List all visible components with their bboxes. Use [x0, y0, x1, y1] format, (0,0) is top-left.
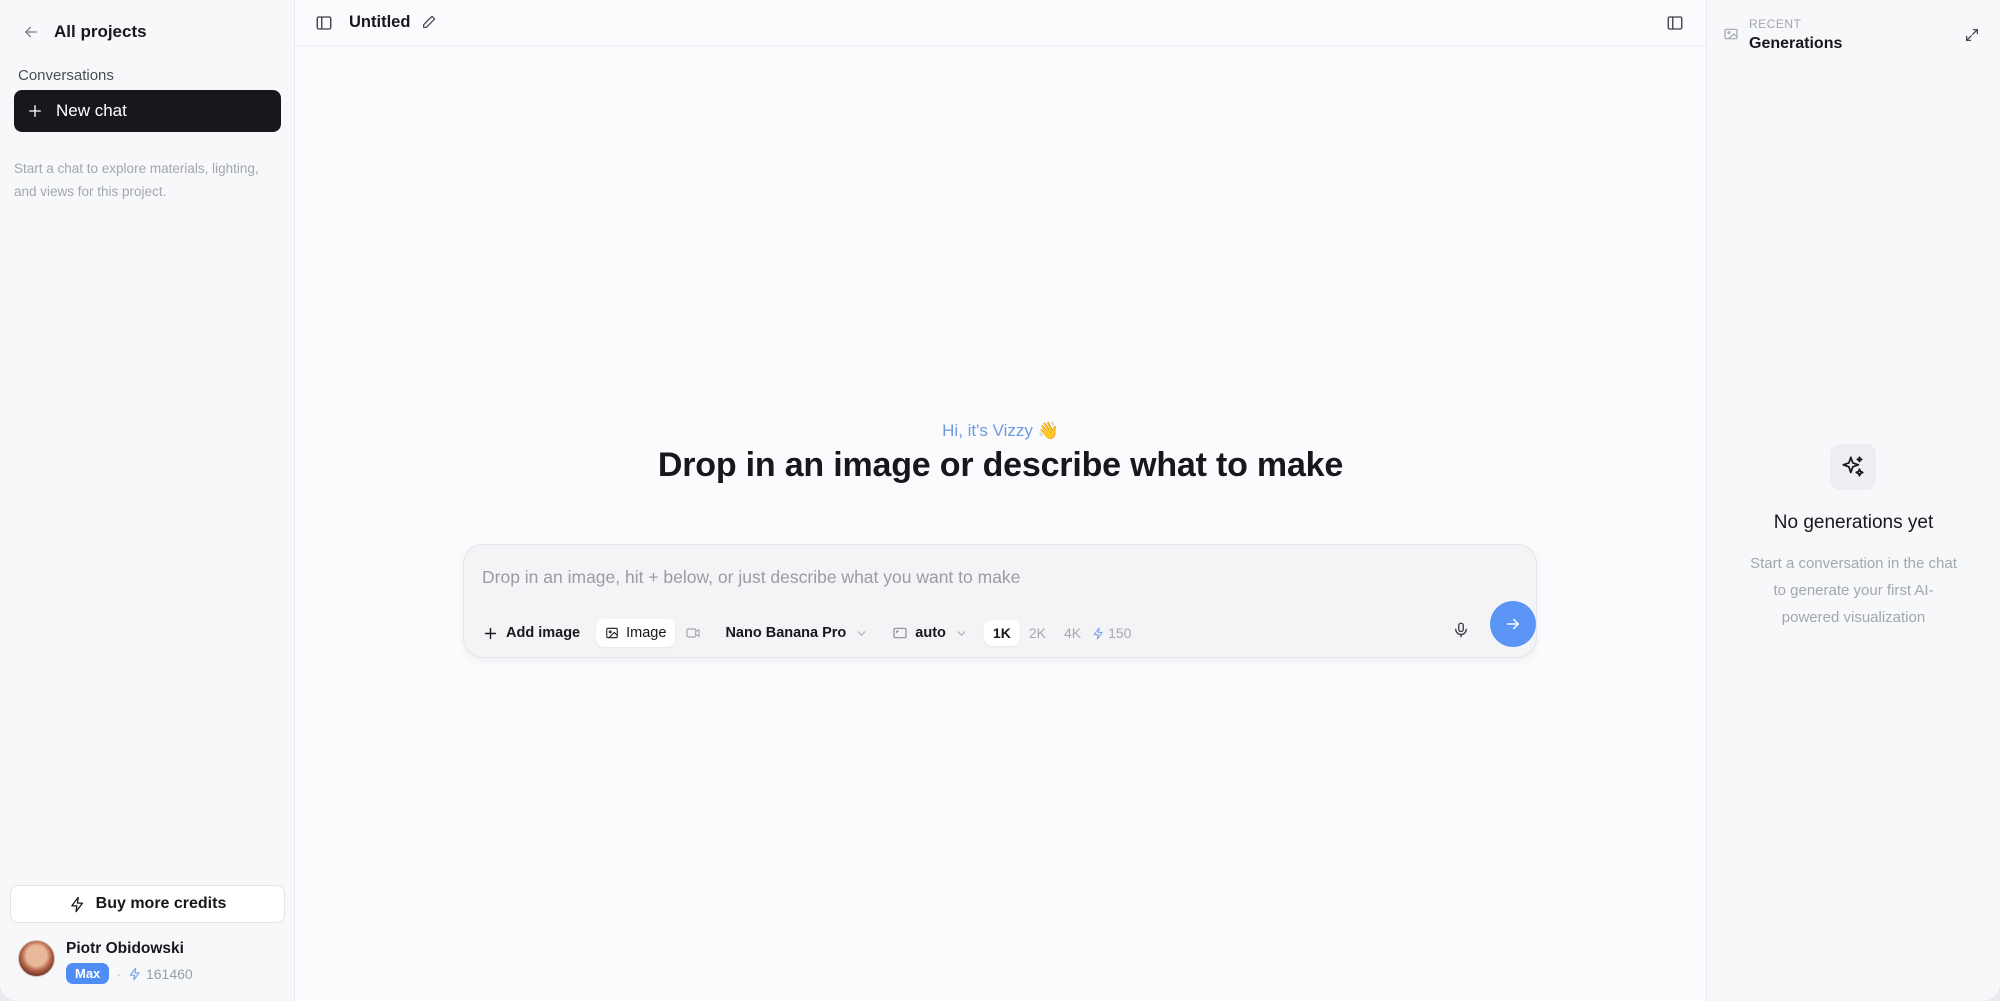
aspect-frame-icon [893, 627, 907, 639]
separator-dot: · [116, 965, 121, 982]
empty-state-title: No generations yet [1773, 512, 1934, 533]
buy-credits-label: Buy more credits [95, 895, 227, 912]
mode-video-toggle[interactable] [685, 625, 701, 641]
avatar[interactable] [18, 940, 55, 977]
app-window: All projects Conversations New chat Star… [0, 0, 2000, 1001]
user-info: Piotr Obidowski Max · 161460 [66, 940, 193, 984]
add-image-label: Add image [506, 625, 581, 641]
gallery-icon [1724, 28, 1738, 40]
bolt-icon [70, 896, 83, 912]
generation-cost: 150 [1092, 625, 1131, 641]
back-to-projects-link[interactable]: All projects [22, 22, 147, 42]
chevron-down-icon [858, 630, 866, 636]
model-select[interactable]: Nano Banana Pro [725, 625, 868, 641]
new-chat-button[interactable]: New chat [14, 90, 281, 132]
arrow-right-icon [1507, 618, 1519, 630]
user-profile: Piotr Obidowski Max · 161460 [18, 940, 193, 984]
credit-balance: 161460 [128, 966, 193, 982]
left-sidebar: All projects Conversations New chat Star… [0, 0, 295, 1001]
user-meta: Max · 161460 [66, 963, 193, 984]
main-area: Untitled Hi, it's Vizzy 👋 Drop in an ima… [295, 0, 1706, 1001]
video-icon [686, 628, 701, 638]
conversations-hint: Start a chat to explore materials, light… [14, 161, 259, 199]
empty-state-badge [1830, 444, 1876, 490]
plus-icon [484, 627, 497, 639]
mode-image-toggle[interactable]: Image [596, 619, 676, 647]
top-bar: Untitled [295, 0, 1706, 46]
back-link-label: All projects [54, 22, 147, 41]
mode-image-label: Image [626, 625, 667, 641]
sidebar-toggle-icon[interactable] [315, 14, 333, 32]
bolt-icon [129, 967, 140, 980]
generations-panel: RECENT Generations No generations yet St… [1706, 0, 2000, 1001]
image-icon [606, 627, 618, 639]
conversations-heading: Conversations [18, 67, 114, 84]
add-image-button[interactable]: Add image [482, 625, 580, 642]
plus-icon [29, 105, 41, 117]
right-panel-toggle-icon[interactable] [1666, 14, 1684, 32]
pencil-icon[interactable] [421, 14, 437, 30]
send-button[interactable] [1490, 601, 1536, 647]
plan-badge: Max [66, 963, 110, 984]
bolt-icon [1093, 627, 1103, 639]
model-select-value: Nano Banana Pro [725, 625, 847, 641]
generation-cost-value: 150 [1108, 625, 1132, 641]
new-chat-label: New chat [56, 101, 127, 120]
aspect-ratio-value: auto [915, 625, 946, 641]
prompt-input[interactable] [482, 567, 1382, 588]
resolution-option-4k[interactable]: 4K [1055, 620, 1090, 646]
user-name: Piotr Obidowski [66, 940, 184, 957]
chevron-down-icon [957, 630, 966, 636]
sparkles-icon [1842, 456, 1864, 477]
prompt-composer: Add image Image Nano Banana Pro auto [463, 544, 1537, 658]
arrow-left-icon [25, 26, 37, 38]
composer-toolbar: Add image Image Nano Banana Pro auto 1K … [482, 618, 1131, 648]
expand-icon[interactable] [1964, 27, 1980, 43]
empty-state-text: Start a conversation in the chat to gene… [1750, 555, 1957, 626]
panel-title: Generations [1749, 35, 1843, 52]
buy-credits-button[interactable]: Buy more credits [10, 885, 285, 923]
microphone-icon[interactable] [1452, 620, 1470, 640]
document-title[interactable]: Untitled [349, 13, 410, 32]
greeting: Hi, it's Vizzy 👋 [942, 421, 1059, 440]
page-title: Drop in an image or describe what to mak… [657, 446, 1344, 484]
credit-balance-value: 161460 [145, 965, 193, 982]
resolution-option-1k[interactable]: 1K [983, 620, 1020, 646]
panel-kicker: RECENT [1749, 17, 1802, 31]
aspect-ratio-select[interactable]: auto [892, 625, 968, 641]
resolution-option-2k[interactable]: 2K [1020, 620, 1055, 646]
